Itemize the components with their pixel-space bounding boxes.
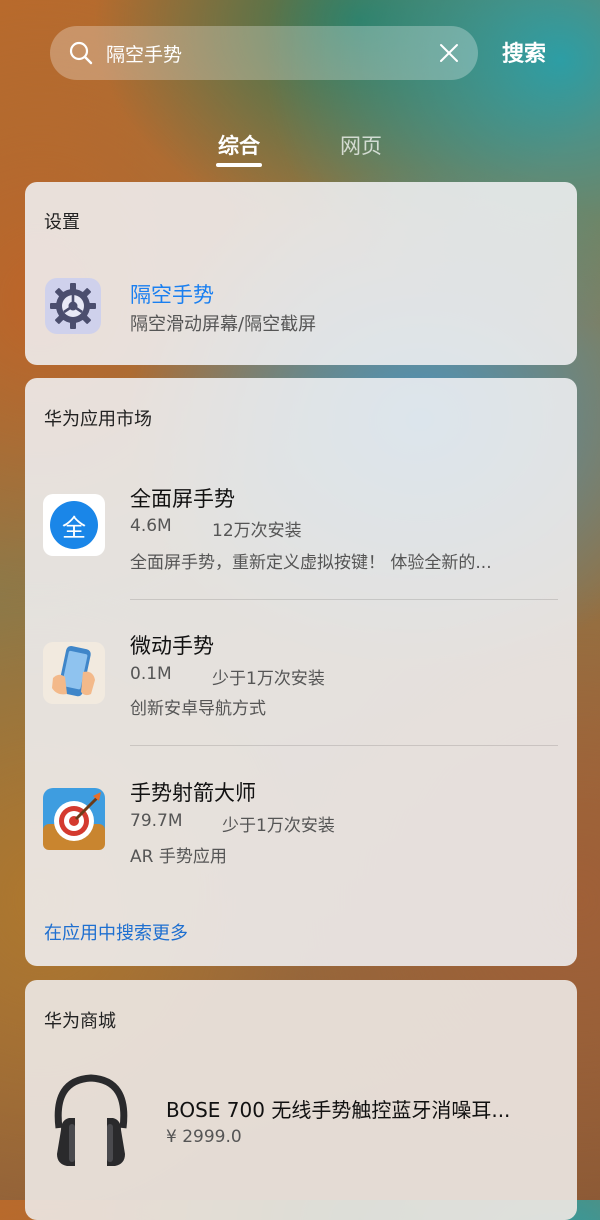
tab-web[interactable]: 网页 [340, 130, 382, 160]
app-installs: 12万次安装 [212, 521, 302, 541]
app-size: 4.6M [130, 516, 172, 536]
headphones-icon [54, 1074, 128, 1166]
search-button[interactable]: 搜索 [502, 36, 546, 68]
app-description: 全面屏手势，重新定义虚拟按键！ 体验全新的... [130, 553, 492, 573]
app-name: 手势射箭大师 [130, 781, 256, 805]
tab-comprehensive[interactable]: 综合 [218, 130, 260, 160]
archery-target-app-icon [43, 788, 105, 850]
appmarket-card: 华为应用市场 全 全面屏手势 4.6M 12万次安装 全面屏手势，重新定义虚拟按… [25, 378, 577, 966]
settings-card: 设置 隔空手势 隔空滑动屏幕/隔空截屏 [25, 182, 577, 365]
app-icon-glyph: 全 [62, 514, 86, 542]
app-installs: 少于1万次安装 [212, 669, 325, 689]
product-price: ¥ 2999.0 [166, 1127, 242, 1147]
app-installs: 少于1万次安装 [222, 816, 335, 836]
card-title-store: 华为商城 [44, 1011, 116, 1032]
app-size: 79.7M [130, 811, 183, 831]
search-more-in-app-link[interactable]: 在应用中搜索更多 [44, 919, 188, 945]
divider [130, 599, 558, 600]
product-name: BOSE 700 无线手势触控蓝牙消噪耳... [166, 1098, 511, 1122]
app-description: 创新安卓导航方式 [130, 699, 266, 719]
search-field[interactable]: 隔空手势 [50, 26, 478, 80]
app-name: 全面屏手势 [130, 487, 235, 511]
hand-phone-app-icon [43, 642, 105, 704]
app-description: AR 手势应用 [130, 847, 227, 867]
settings-gear-icon [45, 278, 101, 334]
clear-icon[interactable] [438, 42, 460, 64]
app-size: 0.1M [130, 664, 172, 684]
app-name: 微动手势 [130, 634, 214, 658]
card-title-appmarket: 华为应用市场 [44, 409, 152, 430]
search-input[interactable]: 隔空手势 [106, 40, 438, 67]
divider [130, 745, 558, 746]
store-card: 华为商城 BOSE 700 无线手势触控蓝牙消噪耳... ¥ 2999.0 [25, 980, 577, 1220]
settings-item-name: 隔空手势 [130, 283, 214, 307]
search-icon [69, 41, 93, 65]
card-title-settings: 设置 [44, 212, 80, 233]
settings-item-description: 隔空滑动屏幕/隔空截屏 [130, 314, 317, 335]
tab-indicator [216, 163, 262, 167]
result-tabs: 综合 网页 [0, 128, 600, 172]
